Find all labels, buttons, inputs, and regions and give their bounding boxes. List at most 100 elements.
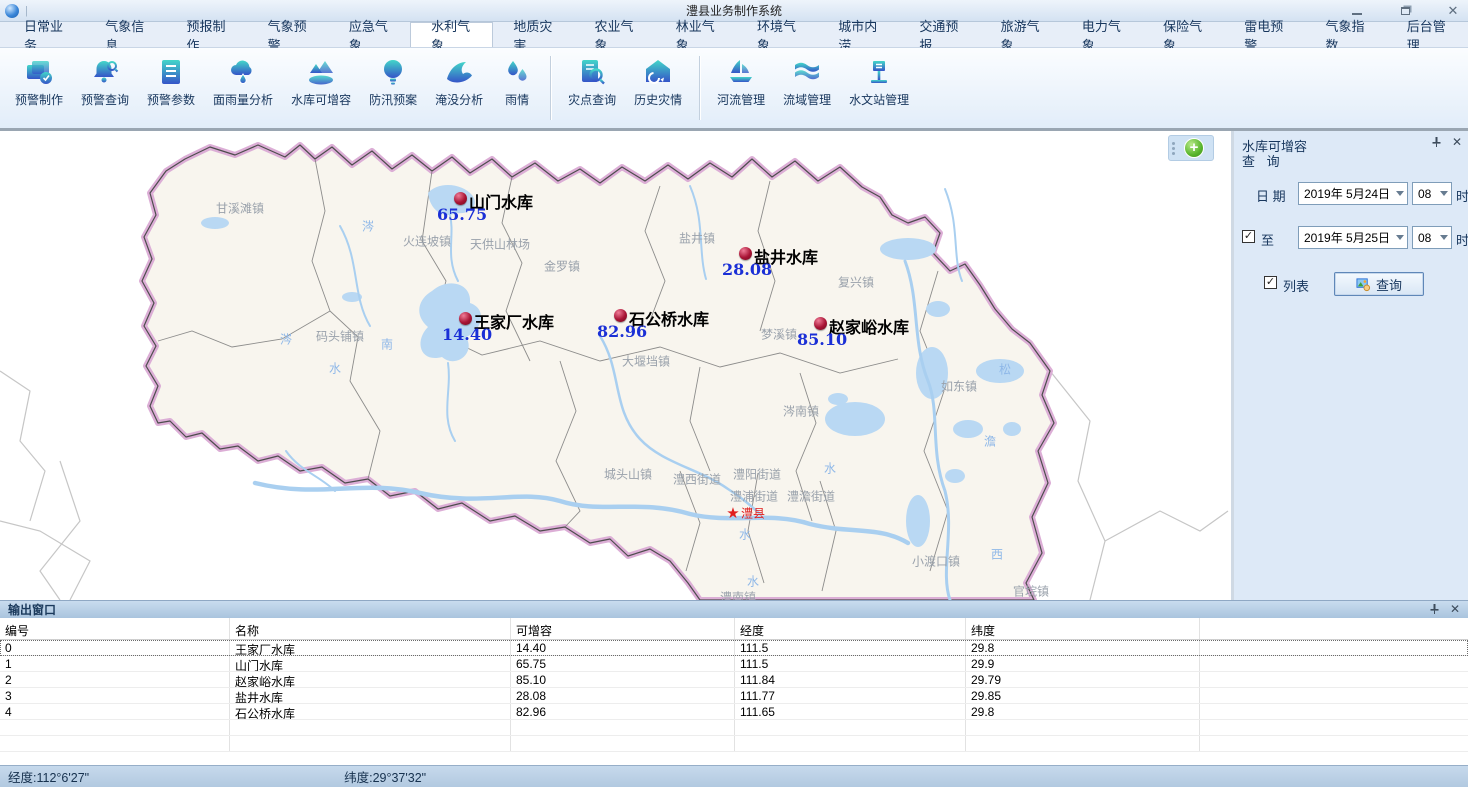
hour-suffix-label: 时 <box>1456 230 1468 249</box>
reservoir-dot-icon[interactable] <box>614 309 627 322</box>
menu-item-18[interactable]: 后台管理 <box>1387 22 1468 47</box>
table-cell <box>0 736 230 751</box>
reservoir-dot-icon[interactable] <box>739 247 752 260</box>
toolbar-button-flood-wave[interactable]: 淹没分析 <box>426 54 492 110</box>
menu-item-11[interactable]: 城市内涝 <box>818 22 899 47</box>
column-header: 可增容 <box>511 618 735 639</box>
toolbar-button-basin-waves[interactable]: 流域管理 <box>774 54 840 110</box>
menu-item-14[interactable]: 电力气象 <box>1062 22 1143 47</box>
query-button-icon <box>1356 277 1371 292</box>
table-row[interactable]: 0王家厂水库14.40111.529.8 <box>0 640 1468 656</box>
toolbar-button-hydro-station[interactable]: 水文站管理 <box>840 54 918 110</box>
close-button[interactable]: ✕ <box>1446 4 1460 18</box>
close-panel-icon[interactable]: ✕ <box>1452 136 1462 148</box>
chevron-down-icon <box>1392 235 1407 240</box>
menu-item-16[interactable]: 雷电预警 <box>1224 22 1305 47</box>
to-checkbox[interactable]: ✓ <box>1242 230 1255 243</box>
menu-item-12[interactable]: 交通预报 <box>899 22 980 47</box>
toolbar-button-warning-params[interactable]: 预警参数 <box>138 54 204 110</box>
reservoir-query-panel: 水库可增容 查 询 ✕ 日 期 2019年 5月24日 08 时 ✓ <box>1234 131 1468 600</box>
menu-item-17[interactable]: 气象指数 <box>1306 22 1387 47</box>
table-cell: 29.9 <box>966 656 1200 671</box>
reservoir-dot-icon[interactable] <box>454 192 467 205</box>
chevron-down-icon <box>1392 191 1407 196</box>
date-to-select[interactable]: 2019年 5月25日 <box>1298 226 1408 249</box>
output-table: 编号名称可增容经度纬度0王家厂水库14.40111.529.81山门水库65.7… <box>0 618 1468 752</box>
menu-item-8[interactable]: 农业气象 <box>575 22 656 47</box>
hour-suffix-label: 时 <box>1456 186 1468 205</box>
list-checkbox[interactable]: ✓ <box>1264 276 1277 289</box>
table-cell <box>1200 720 1468 735</box>
reservoir-marker[interactable]: 石公桥水库82.96 <box>614 309 627 322</box>
toolbar-button-warning-edit[interactable]: 预警制作 <box>6 54 72 110</box>
toolbar-button-rain-drops[interactable]: 雨情 <box>492 54 542 110</box>
table-cell: 111.84 <box>735 672 966 687</box>
pin-icon[interactable] <box>1429 603 1440 615</box>
menu-item-13[interactable]: 旅游气象 <box>981 22 1062 47</box>
reservoir-value: 82.96 <box>597 322 647 341</box>
reservoir-dot-icon[interactable] <box>814 317 827 330</box>
reservoir-dot-icon[interactable] <box>459 312 472 325</box>
table-row[interactable]: 3盐井水库28.08111.7729.85 <box>0 688 1468 704</box>
menu-item-9[interactable]: 林业气象 <box>656 22 737 47</box>
menu-item-7[interactable]: 地质灾害 <box>493 22 574 47</box>
table-row[interactable]: 4石公桥水库82.96111.6529.8 <box>0 704 1468 720</box>
hour-from-select[interactable]: 08 <box>1412 182 1452 205</box>
zoom-in-button[interactable]: + <box>1184 138 1204 158</box>
map-canvas[interactable]: + 甘溪滩镇火连坡镇天供山林场金罗镇盐井镇复兴镇码头铺镇梦溪镇大堰垱镇如东镇涔南… <box>0 131 1231 600</box>
output-window: 输出窗口 ✕ 编号名称可增容经度纬度0王家厂水库14.40111.529.81山… <box>0 600 1468 765</box>
table-cell: 0 <box>0 640 230 655</box>
rain-drops-icon <box>501 56 533 88</box>
query-button[interactable]: 查询 <box>1334 272 1424 296</box>
toolbar-button-disaster-search[interactable]: 灾点查询 <box>559 54 625 110</box>
reservoir-marker[interactable]: 山门水库65.75 <box>454 192 467 205</box>
toolbar-button-river-sailboat[interactable]: 河流管理 <box>708 54 774 110</box>
table-cell <box>1200 672 1468 687</box>
warning-bell-search-icon <box>89 56 121 88</box>
date-from-select[interactable]: 2019年 5月24日 <box>1298 182 1408 205</box>
table-row[interactable]: 2赵家峪水库85.10111.8429.79 <box>0 672 1468 688</box>
menu-item-15[interactable]: 保险气象 <box>1143 22 1224 47</box>
basin-waves-icon <box>791 56 823 88</box>
table-empty-row <box>0 736 1468 752</box>
menu-item-2[interactable]: 气象信息 <box>85 22 166 47</box>
date-label: 日 期 <box>1256 186 1286 205</box>
reservoir-marker[interactable]: 赵家峪水库85.10 <box>814 317 827 330</box>
menu-item-4[interactable]: 气象预警 <box>248 22 329 47</box>
menu-item-10[interactable]: 环境气象 <box>737 22 818 47</box>
menu-item-1[interactable]: 日常业务 <box>4 22 85 47</box>
drag-grip-icon[interactable] <box>1172 142 1180 155</box>
menu-item-3[interactable]: 预报制作 <box>166 22 247 47</box>
toolbar: 预警制作预警查询预警参数面雨量分析水库可增容防汛预案淹没分析雨情灾点查询历史灾情… <box>0 48 1468 131</box>
close-output-icon[interactable]: ✕ <box>1450 603 1460 615</box>
reservoir-marker[interactable]: 盐井水库28.08 <box>739 247 752 260</box>
pin-icon[interactable] <box>1431 136 1442 148</box>
reservoir-marker[interactable]: 王家厂水库14.40 <box>459 312 472 325</box>
table-cell: 盐井水库 <box>230 688 511 703</box>
table-cell <box>230 736 511 751</box>
chevron-down-icon <box>1436 235 1451 240</box>
flood-plan-bulb-icon <box>377 56 409 88</box>
reservoir-capacity-icon <box>305 56 337 88</box>
table-row[interactable]: 1山门水库65.75111.529.9 <box>0 656 1468 672</box>
menu-item-6[interactable]: 水利气象 <box>410 22 493 47</box>
table-cell: 85.10 <box>511 672 735 687</box>
status-bar: 经度:112°6'27" 纬度:29°37'32" <box>0 765 1468 787</box>
table-cell <box>735 720 966 735</box>
menu-item-5[interactable]: 应急气象 <box>329 22 410 47</box>
hour-to-select[interactable]: 08 <box>1412 226 1452 249</box>
table-cell: 1 <box>0 656 230 671</box>
list-label: 列表 <box>1283 276 1309 295</box>
toolbar-button-reservoir-capacity[interactable]: 水库可增容 <box>282 54 360 110</box>
toolbar-button-warning-bell-search[interactable]: 预警查询 <box>72 54 138 110</box>
output-header: 输出窗口 ✕ <box>0 600 1468 618</box>
toolbar-button-history-disaster[interactable]: 历史灾情 <box>625 54 691 110</box>
toolbar-button-cloud-rain[interactable]: 面雨量分析 <box>204 54 282 110</box>
table-cell: 4 <box>0 704 230 719</box>
toolbar-button-flood-plan-bulb[interactable]: 防汛预案 <box>360 54 426 110</box>
toolbar-separator <box>699 56 700 120</box>
table-cell: 29.79 <box>966 672 1200 687</box>
map-tool-popup: + <box>1168 135 1214 161</box>
column-header <box>1200 618 1468 639</box>
chevron-down-icon <box>1436 191 1451 196</box>
